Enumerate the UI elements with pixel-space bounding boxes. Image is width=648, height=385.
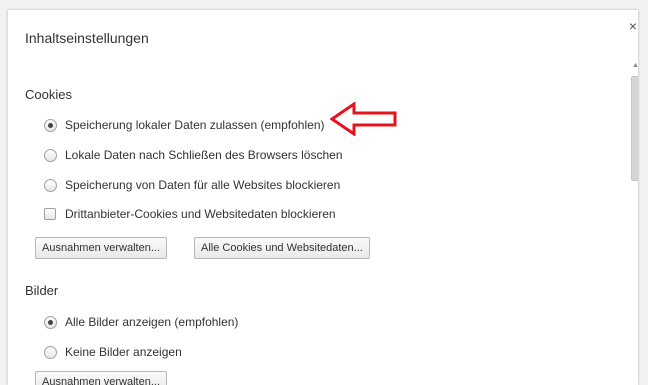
- scroll-up-icon[interactable]: ▲: [632, 62, 638, 69]
- annotation-arrow-shape: [330, 102, 397, 136]
- radio-icon[interactable]: [44, 345, 57, 359]
- dialog-title: Inhaltseinstellungen: [25, 30, 149, 46]
- images-option-show-none[interactable]: Keine Bilder anzeigen: [44, 344, 182, 360]
- arrow-left-outline-icon: [330, 102, 397, 136]
- radio-icon[interactable]: [44, 148, 57, 162]
- radio-selected-icon[interactable]: [44, 118, 57, 132]
- cookies-heading: Cookies: [25, 87, 72, 102]
- checkbox-icon[interactable]: [44, 208, 56, 220]
- cookies-option-block-all[interactable]: Speicherung von Daten für alle Websites …: [44, 177, 340, 193]
- dialog-content: Cookies Speicherung lokaler Daten zulass…: [8, 60, 623, 385]
- cookies-block-third-party[interactable]: Drittanbieter-Cookies und Websitedaten b…: [44, 206, 336, 222]
- option-label: Alle Bilder anzeigen (empfohlen): [65, 315, 239, 329]
- dialog-scrollbar[interactable]: ▲: [629, 60, 638, 385]
- cookies-option-allow[interactable]: Speicherung lokaler Daten zulassen (empf…: [44, 117, 324, 133]
- all-cookies-site-data-button[interactable]: Alle Cookies und Websitedaten...: [194, 237, 370, 259]
- content-settings-dialog: Inhaltseinstellungen Cookies Speicherung…: [8, 10, 638, 385]
- option-label: Lokale Daten nach Schließen des Browsers…: [65, 148, 343, 162]
- option-label: Drittanbieter-Cookies und Websitedaten b…: [65, 207, 336, 221]
- radio-icon[interactable]: [44, 178, 57, 192]
- radio-selected-icon[interactable]: [44, 315, 57, 329]
- images-manage-exceptions-button[interactable]: Ausnahmen verwalten...: [35, 371, 168, 385]
- option-label: Speicherung von Daten für alle Websites …: [65, 178, 341, 192]
- images-option-show-all[interactable]: Alle Bilder anzeigen (empfohlen): [44, 314, 238, 330]
- close-icon[interactable]: ×: [625, 18, 641, 34]
- option-label: Keine Bilder anzeigen: [65, 345, 182, 359]
- scroll-thumb[interactable]: [631, 76, 638, 181]
- cookies-option-clear-on-exit[interactable]: Lokale Daten nach Schließen des Browsers…: [44, 147, 343, 163]
- images-heading: Bilder: [25, 283, 59, 298]
- option-label: Speicherung lokaler Daten zulassen (empf…: [65, 118, 325, 132]
- cookies-manage-exceptions-button[interactable]: Ausnahmen verwalten...: [35, 237, 168, 259]
